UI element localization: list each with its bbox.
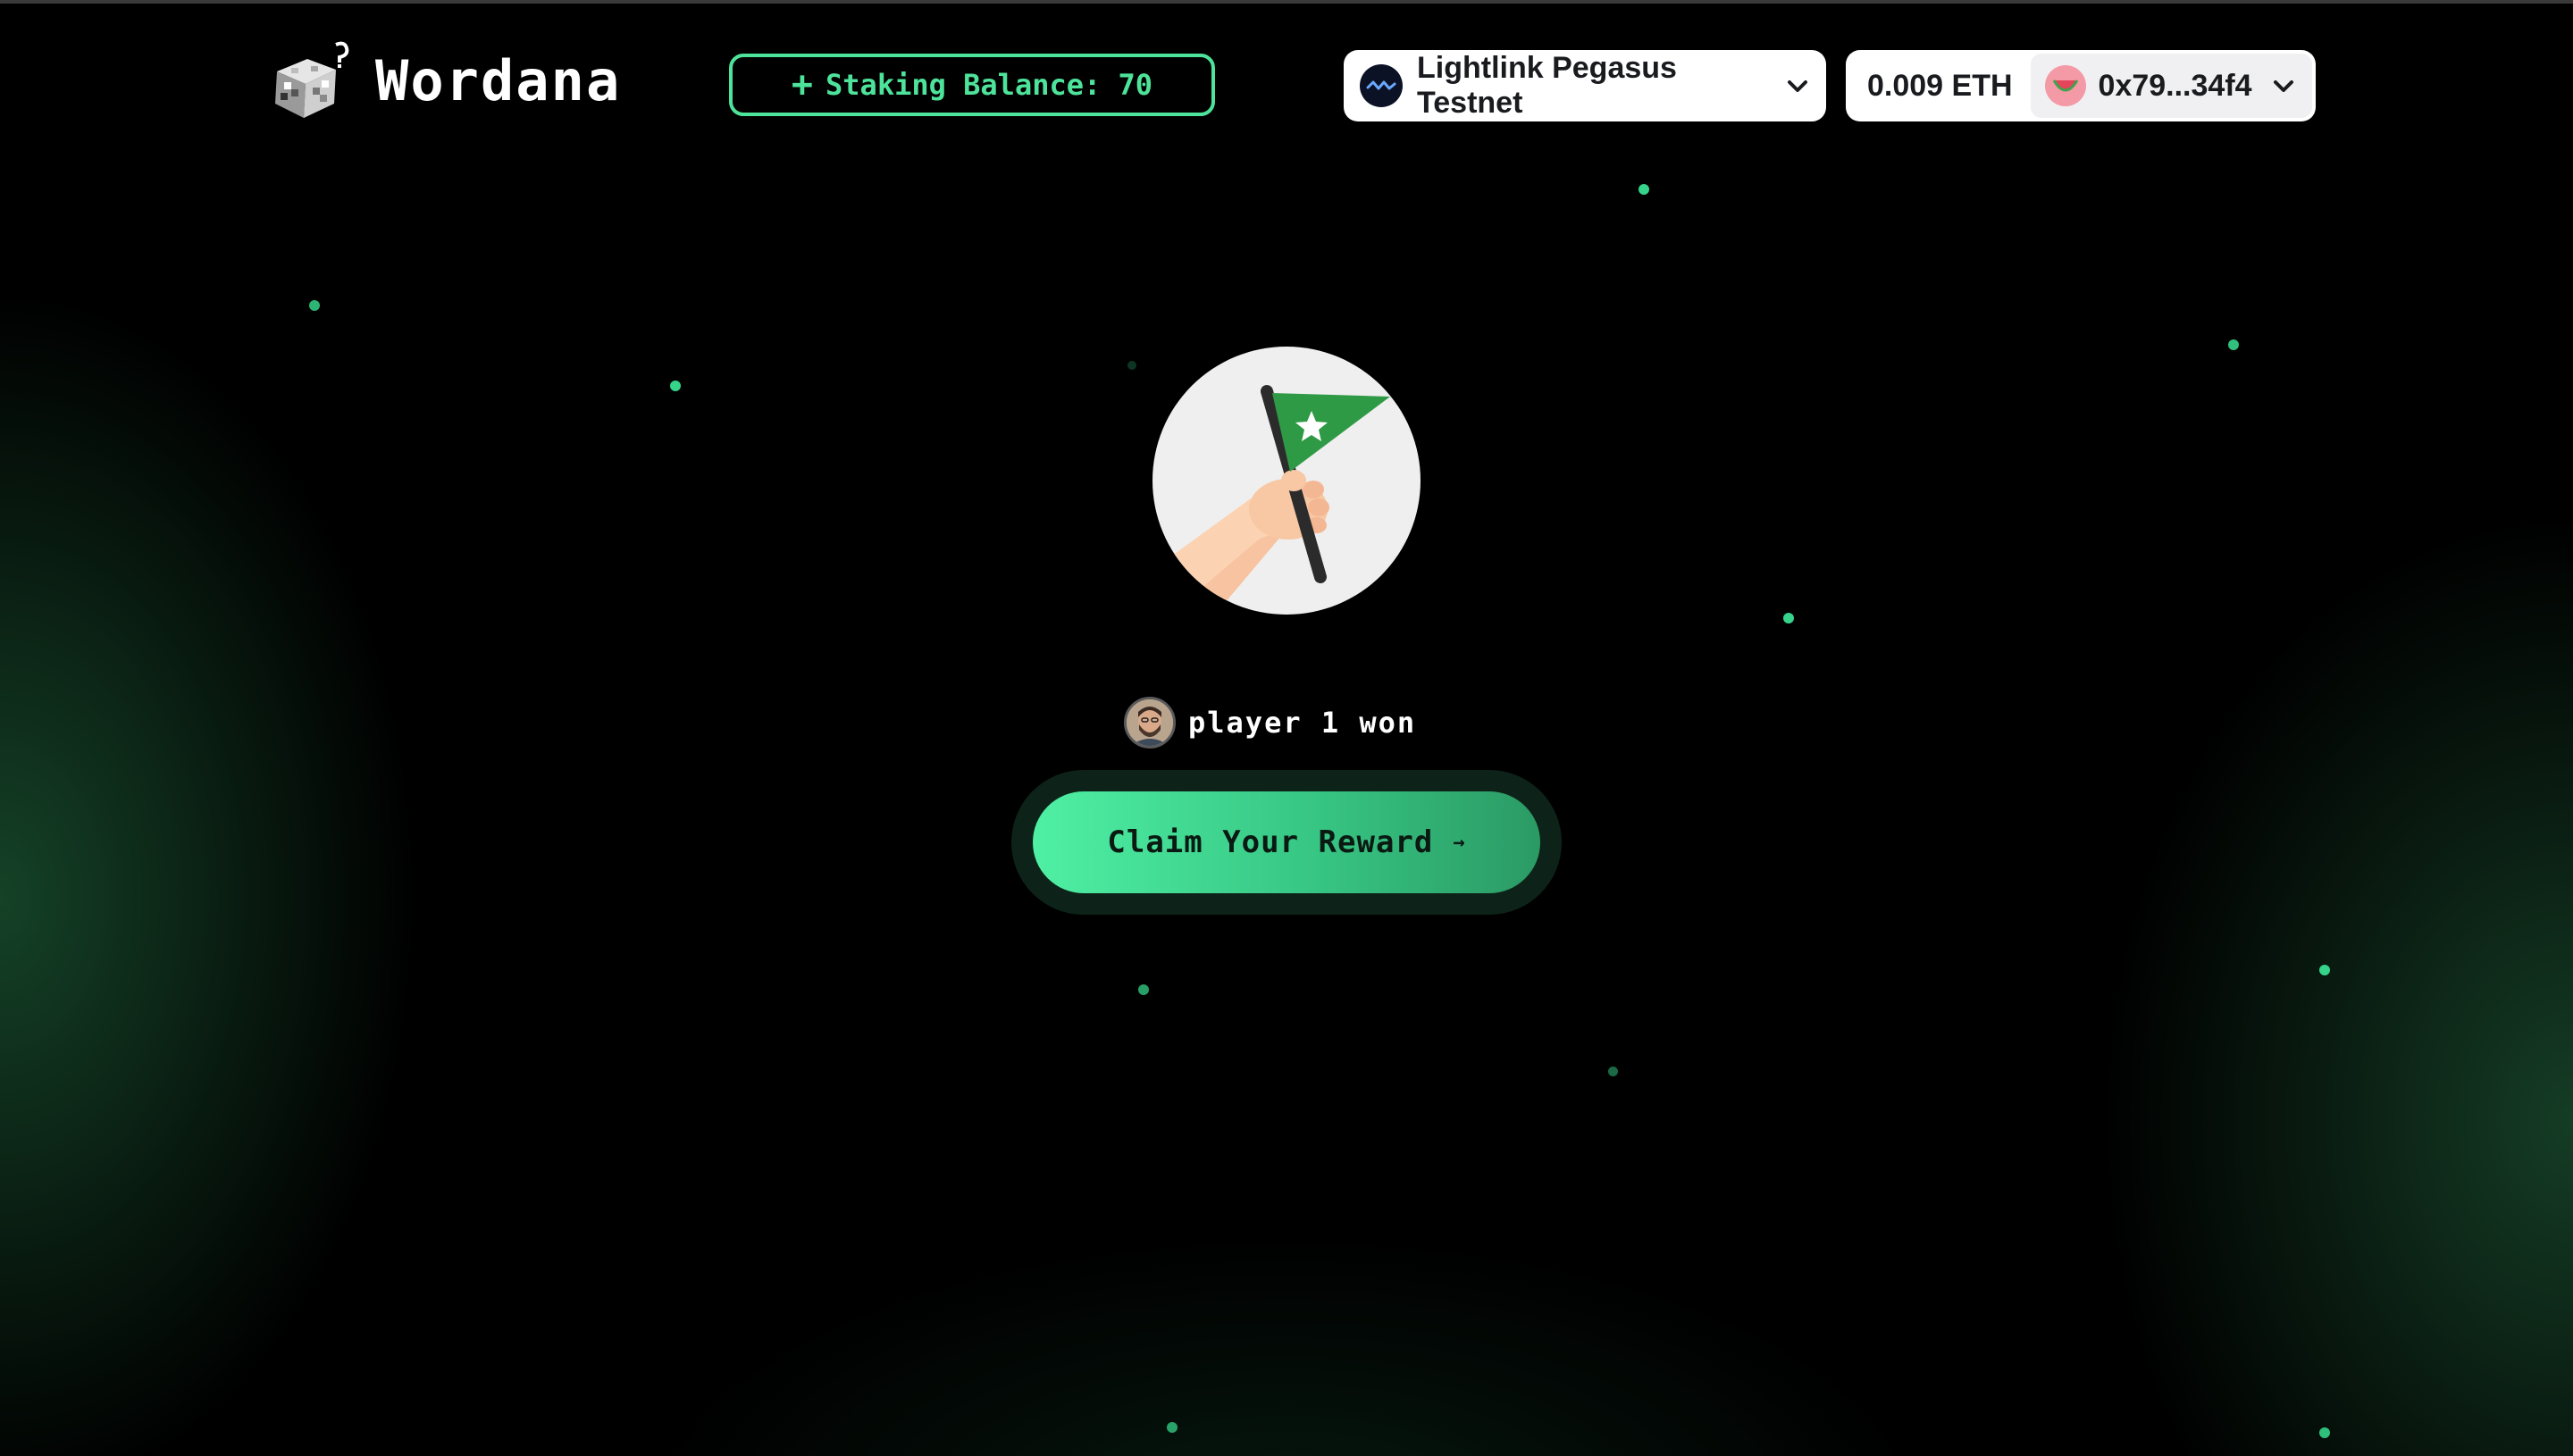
particle-dot [2319, 965, 2330, 975]
particle-dot [2319, 1427, 2330, 1438]
particle-dot [1167, 1422, 1178, 1433]
account-chip: 0.009 ETH 0x79...34f4 [1846, 50, 2316, 121]
network-label: Lightlink Pegasus Testnet [1417, 51, 1677, 120]
particle-dot [670, 381, 681, 391]
particle-dot [2228, 339, 2239, 350]
cube-logo-icon [275, 41, 349, 118]
winner-text: player 1 won [1188, 706, 1417, 740]
page: Wordana + Staking Balance: 70 Lightlink … [0, 0, 2573, 1456]
player-avatar [1124, 697, 1176, 749]
arrow-right-icon: → [1453, 831, 1466, 854]
eth-balance: 0.009 ETH [1867, 68, 2013, 103]
particle-dot [1608, 1067, 1618, 1076]
particle-dot [1639, 184, 1649, 195]
particle-dot [309, 300, 320, 311]
chevron-down-icon [2274, 80, 2293, 92]
lightlink-icon [1360, 64, 1403, 107]
hand-holding-flag-icon [1152, 385, 1390, 615]
staking-balance-button[interactable]: + Staking Balance: 70 [729, 54, 1215, 116]
particle-dot [1127, 361, 1136, 370]
chevron-down-icon [1788, 80, 1807, 92]
plus-icon: + [791, 64, 814, 105]
wallet-address: 0x79...34f4 [2098, 68, 2252, 103]
staking-balance-label: Staking Balance: 70 [826, 68, 1153, 102]
particle-dot [1138, 984, 1149, 995]
logo[interactable]: Wordana [268, 38, 621, 123]
watermelon-avatar-icon [2044, 65, 2086, 106]
account-button[interactable]: 0x79...34f4 [2030, 54, 2312, 118]
claim-reward-label: Claim Your Reward [1107, 824, 1434, 860]
network-selector[interactable]: Lightlink Pegasus Testnet [1344, 50, 1826, 121]
claim-reward-button[interactable]: Claim Your Reward → [1033, 791, 1540, 893]
logo-text: Wordana [375, 47, 622, 113]
winner-announcement: player 1 won [1124, 697, 1416, 749]
winner-illustration [1152, 347, 1421, 615]
particle-dot [1783, 613, 1794, 623]
